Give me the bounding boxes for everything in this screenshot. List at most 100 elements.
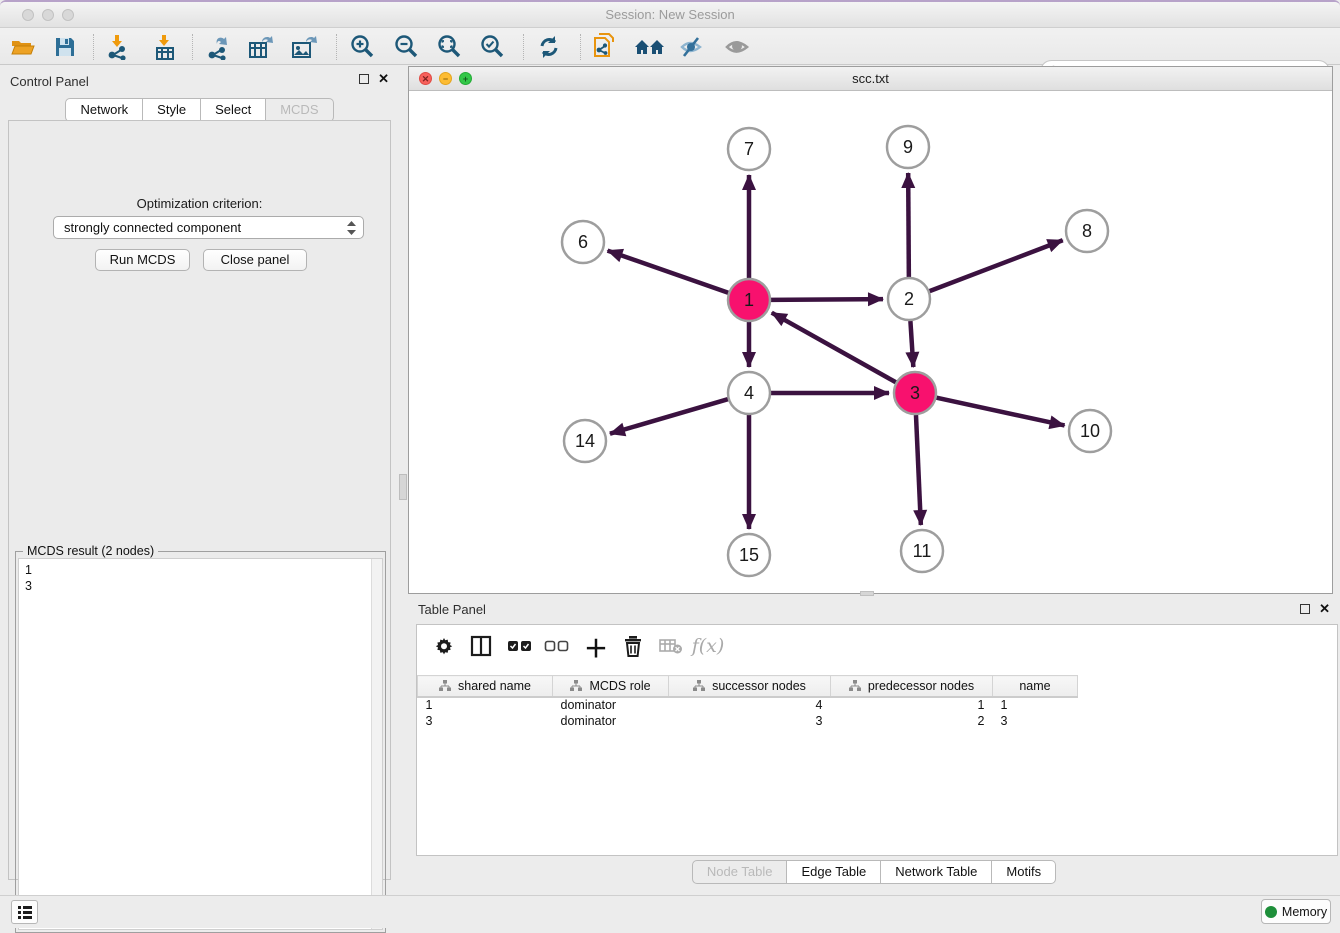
import-table-icon[interactable] [150,33,180,61]
save-session-icon[interactable] [50,33,80,61]
column-header-predecessor-nodes[interactable]: predecessor nodes [831,676,993,697]
graph-node-1[interactable]: 1 [728,279,770,321]
export-table-icon[interactable] [247,33,277,61]
run-mcds-button[interactable]: Run MCDS [95,249,190,271]
control-panel-title: Control Panel [10,74,89,89]
column-header-successor-nodes[interactable]: successor nodes [669,676,831,697]
toolbar-separator [336,34,337,60]
settings-gear-icon[interactable] [429,632,459,660]
task-history-button[interactable] [11,900,38,924]
edge-3-11[interactable] [916,415,921,525]
edge-2-8[interactable] [930,240,1063,291]
table-row[interactable]: 3dominator323 [418,713,1078,729]
table-panel: Table Panel ✕ ＋ [408,597,1340,892]
mcds-result-list[interactable]: 13 [18,558,383,930]
graph-node-14[interactable]: 14 [564,420,606,462]
graph-node-8[interactable]: 8 [1066,210,1108,252]
column-header-MCDS-role[interactable]: MCDS role [553,676,669,697]
result-item[interactable]: 3 [25,578,382,594]
unselect-all-columns-icon[interactable] [542,632,572,660]
zoom-out-icon[interactable] [391,33,421,61]
table-cell[interactable]: 4 [669,697,831,713]
edge-1-6[interactable] [608,251,729,293]
delete-column-icon[interactable] [618,632,648,660]
result-scrollbar[interactable] [371,559,382,929]
table-cell[interactable]: dominator [553,713,669,729]
graph-node-7[interactable]: 7 [728,128,770,170]
graph-node-4[interactable]: 4 [728,372,770,414]
table-panel-tabs: Node TableEdge TableNetwork TableMotifs [692,860,1056,884]
tab-motifs[interactable]: Motifs [992,860,1056,884]
memory-button[interactable]: Memory [1261,899,1331,924]
tab-node-table[interactable]: Node Table [692,860,788,884]
hierarchy-icon [849,680,861,691]
show-all-icon[interactable] [722,33,752,61]
tab-select[interactable]: Select [201,98,266,122]
graph-node-10[interactable]: 10 [1069,410,1111,452]
zoom-fit-icon[interactable] [434,33,464,61]
graph-node-2[interactable]: 2 [888,278,930,320]
network-canvas[interactable]: 1 2 3 4 6 7 8 9 10 11 14 15 [409,91,1332,593]
panel-divider-grip[interactable] [399,474,407,500]
hide-selected-icon[interactable] [677,33,707,61]
split-panel-icon[interactable] [466,632,496,660]
list-icon [17,905,33,919]
open-file-icon[interactable] [8,33,38,61]
graph-node-15[interactable]: 15 [728,534,770,576]
tab-network[interactable]: Network [65,98,143,122]
table-cell[interactable]: 1 [418,697,553,713]
graph-node-6[interactable]: 6 [562,221,604,263]
table-cell[interactable]: 3 [418,713,553,729]
import-network-icon[interactable] [103,33,133,61]
close-panel-button[interactable]: Close panel [203,249,307,271]
edge-3-1[interactable] [772,313,896,383]
select-all-columns-icon[interactable] [505,632,535,660]
tab-edge-table[interactable]: Edge Table [787,860,881,884]
delete-table-icon[interactable] [656,632,686,660]
table-panel-title: Table Panel [418,602,486,617]
copy-network-icon[interactable] [590,33,620,61]
graph-node-11[interactable]: 11 [901,530,943,572]
result-item[interactable]: 1 [25,562,382,578]
table-row[interactable]: 1dominator411 [418,697,1078,713]
zoom-selected-icon[interactable] [477,33,507,61]
node-label: 15 [739,545,759,565]
control-panel-tabs: NetworkStyleSelectMCDS [65,98,333,122]
table-close-icon[interactable]: ✕ [1319,604,1330,614]
function-builder-icon[interactable]: f(x) [693,632,723,660]
table-cell[interactable]: 3 [669,713,831,729]
network-window-titlebar[interactable]: ✕ − + scc.txt [409,67,1332,91]
tab-network-table[interactable]: Network Table [881,860,992,884]
tab-style[interactable]: Style [143,98,201,122]
criterion-dropdown-value: strongly connected component [64,220,241,235]
export-network-icon[interactable] [203,33,233,61]
column-header-shared-name[interactable]: shared name [418,676,553,697]
criterion-dropdown[interactable]: strongly connected component [53,216,364,239]
edge-3-10[interactable] [936,398,1064,426]
column-header-name[interactable]: name [993,676,1078,697]
hierarchy-icon [439,680,451,691]
add-column-icon[interactable]: ＋ [581,632,611,660]
table-cell[interactable]: 1 [831,697,993,713]
table-cell[interactable]: dominator [553,697,669,713]
tab-mcds[interactable]: MCDS [266,98,333,122]
first-neighbors-icon[interactable] [634,33,664,61]
zoom-in-icon[interactable] [347,33,377,61]
hierarchy-icon [693,680,705,691]
table-float-icon[interactable] [1300,604,1310,614]
table-cell[interactable]: 2 [831,713,993,729]
network-resize-grip[interactable] [860,591,874,596]
graph-node-3[interactable]: 3 [894,372,936,414]
graph-node-9[interactable]: 9 [887,126,929,168]
edge-4-14[interactable] [610,399,728,434]
table-cell[interactable]: 1 [993,697,1078,713]
float-panel-icon[interactable] [359,74,369,84]
mcds-panel: Optimization criterion: strongly connect… [8,120,391,880]
export-image-icon[interactable] [290,33,320,61]
table-cell[interactable]: 3 [993,713,1078,729]
edge-1-2[interactable] [771,299,883,300]
edge-2-3[interactable] [910,321,913,367]
close-panel-icon[interactable]: ✕ [378,74,389,84]
edge-2-9[interactable] [908,173,909,277]
refresh-icon[interactable] [534,33,564,61]
